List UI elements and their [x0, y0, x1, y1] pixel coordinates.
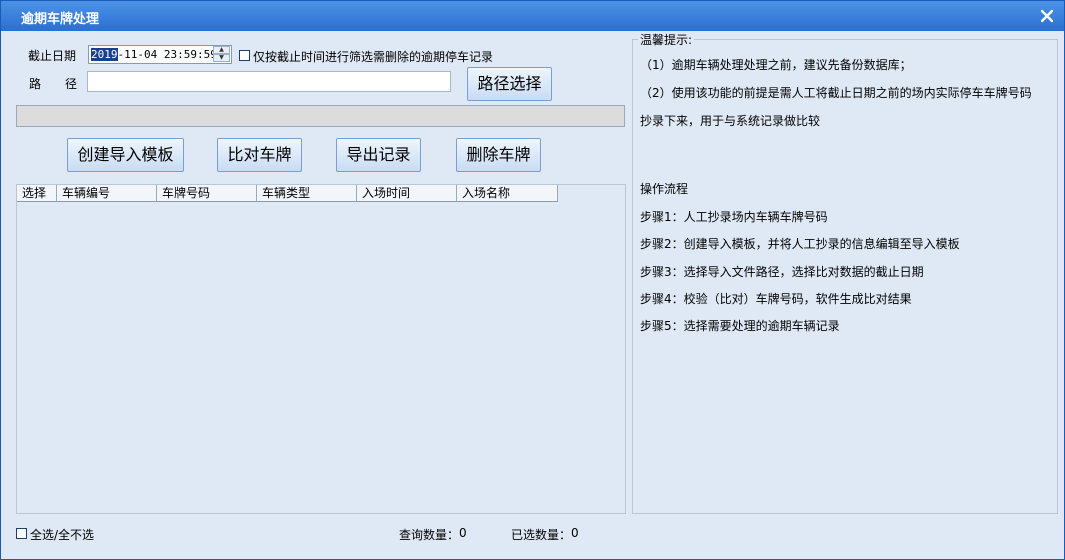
column-header-vehicle-type[interactable]: 车辆类型 — [257, 185, 357, 201]
column-header-select[interactable]: 选择 — [17, 185, 57, 201]
progress-bar — [16, 105, 625, 127]
column-header-vehicle-id[interactable]: 车辆编号 — [57, 185, 157, 201]
selected-count-value: 0 — [571, 526, 579, 540]
query-count-value: 0 — [459, 526, 467, 540]
spin-down-icon[interactable]: ▼ — [213, 54, 230, 62]
select-all-checkbox[interactable] — [16, 528, 27, 539]
deadline-spinner[interactable]: ▲ ▼ — [213, 46, 230, 63]
deadline-rest-segment[interactable]: -11-04 23:59:59 — [118, 48, 217, 61]
flow-step: 步骤4：校验（比对）车牌号码，软件生成比对结果 — [640, 292, 912, 306]
tip-line: （2）使用该功能的前提是需人工将截止日期之前的场内实际停车车牌号码 — [640, 86, 1032, 100]
filter-by-deadline-checkbox[interactable] — [239, 50, 250, 61]
flow-step: 步骤2：创建导入模板，并将人工抄录的信息编辑至导入模板 — [640, 237, 960, 251]
tip-line: 抄录下来，用于与系统记录做比较 — [640, 114, 821, 128]
records-table[interactable]: 选择 车辆编号 车牌号码 车辆类型 入场时间 入场名称 — [16, 184, 626, 514]
path-label: 路 径 — [29, 77, 78, 91]
dialog-window: 逾期车牌处理 截止日期 2019-11-04 23:59:59 ▲ ▼ 仅按截止… — [0, 0, 1065, 560]
column-header-entry-time[interactable]: 入场时间 — [357, 185, 457, 201]
query-count-label: 查询数量： — [399, 528, 460, 542]
deadline-label: 截止日期 — [28, 49, 77, 63]
path-input[interactable] — [87, 71, 451, 92]
table-header: 选择 车辆编号 车牌号码 车辆类型 入场时间 入场名称 — [17, 185, 558, 202]
column-header-plate-number[interactable]: 车牌号码 — [157, 185, 257, 201]
tips-legend: 温馨提示: — [638, 31, 695, 48]
selected-count-label: 已选数量： — [511, 528, 572, 542]
spin-up-icon[interactable]: ▲ — [213, 46, 230, 54]
tip-line: （1）逾期车辆处理处理之前，建议先备份数据库； — [640, 58, 912, 72]
flow-step: 步骤1：人工抄录场内车辆车牌号码 — [640, 210, 828, 224]
close-icon[interactable] — [1038, 7, 1056, 25]
create-template-button[interactable]: 创建导入模板 — [67, 138, 184, 172]
path-select-button[interactable]: 路径选择 — [467, 67, 552, 101]
deadline-year-segment[interactable]: 2019 — [91, 48, 118, 61]
select-all-label: 全选/全不选 — [30, 528, 95, 542]
flow-step: 步骤3：选择导入文件路径，选择比对数据的截止日期 — [640, 265, 924, 279]
export-records-button[interactable]: 导出记录 — [336, 138, 421, 172]
filter-by-deadline-label: 仅按截止时间进行筛选需删除的逾期停车记录 — [253, 50, 494, 64]
title-bar[interactable]: 逾期车牌处理 — [1, 1, 1064, 31]
column-header-entry-name[interactable]: 入场名称 — [457, 185, 558, 201]
client-area: 截止日期 2019-11-04 23:59:59 ▲ ▼ 仅按截止时间进行筛选需… — [1, 31, 1064, 559]
flow-step: 步骤5：选择需要处理的逾期车辆记录 — [640, 319, 840, 333]
deadline-datetime-picker[interactable]: 2019-11-04 23:59:59 — [88, 45, 232, 64]
delete-plates-button[interactable]: 删除车牌 — [456, 138, 541, 172]
flow-title: 操作流程 — [640, 182, 689, 196]
compare-plates-button[interactable]: 比对车牌 — [217, 138, 302, 172]
window-title: 逾期车牌处理 — [21, 12, 100, 27]
